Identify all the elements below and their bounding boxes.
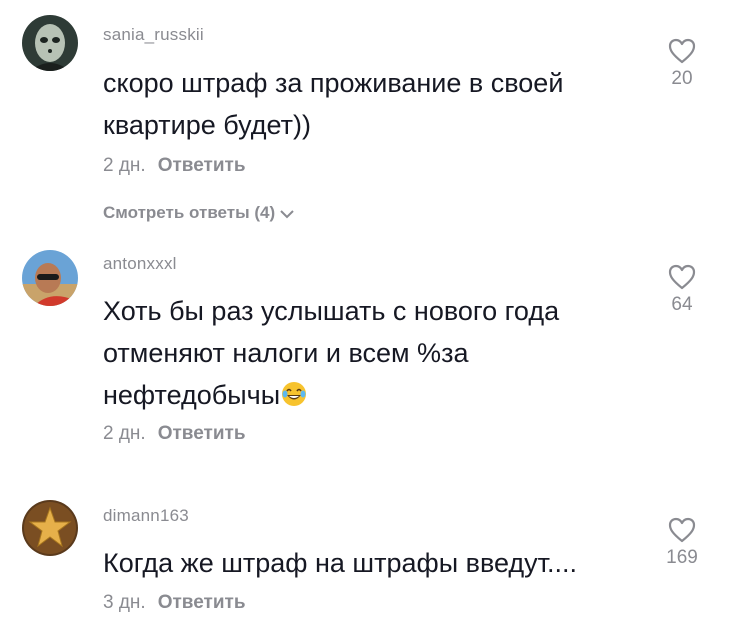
avatar[interactable] — [22, 250, 78, 306]
chevron-down-icon — [280, 209, 294, 218]
comment-meta: 3 дн. Ответить — [103, 592, 246, 614]
like-count: 20 — [671, 68, 693, 89]
comment-text-fragment: нефтедобычы — [103, 380, 281, 410]
heart-icon — [668, 517, 696, 543]
avatar[interactable] — [22, 15, 78, 71]
comment-item: antonxxxl Хоть бы раз услышать с нового … — [0, 240, 741, 480]
face-with-tears-of-joy-icon — [282, 382, 307, 406]
comment-text-line: отменяют налоги и всем %за — [103, 338, 469, 368]
like-button[interactable]: 20 — [660, 38, 704, 90]
view-replies-label: Смотреть ответы (4) — [103, 203, 276, 222]
timestamp: 2 дн. — [103, 423, 146, 444]
comment-text-line: Когда же штраф на штрафы введут.... — [103, 548, 578, 578]
comment-text-line: нефтедобычы — [103, 374, 623, 416]
username[interactable]: sania_russkii — [103, 25, 204, 45]
comment-text: Хоть бы раз услышать с нового года отмен… — [103, 290, 623, 416]
heart-icon — [668, 38, 696, 64]
like-button[interactable]: 169 — [660, 517, 704, 569]
avatar-image-man-sunglasses — [22, 250, 78, 306]
like-button[interactable]: 64 — [660, 264, 704, 316]
comment-text: скоро штраф за проживание в своей кварти… — [103, 62, 623, 146]
timestamp: 3 дн. — [103, 592, 146, 613]
comment-meta: 2 дн. Ответить — [103, 155, 246, 177]
avatar[interactable] — [22, 500, 78, 556]
comment-text-line: квартире будет)) — [103, 110, 311, 140]
comment-text-line: скоро штраф за проживание в своей — [103, 68, 564, 98]
view-replies-button[interactable]: Смотреть ответы (4) — [103, 203, 295, 223]
comment-text: Когда же штраф на штрафы введут.... — [103, 542, 623, 584]
comment-item: dimann163 Когда же штраф на штрафы введу… — [0, 490, 741, 633]
comment-meta: 2 дн. Ответить — [103, 423, 246, 445]
heart-icon — [668, 264, 696, 290]
comment-item: sania_russkii скоро штраф за проживание … — [0, 0, 741, 230]
comment-text-line: Хоть бы раз услышать с нового года — [103, 296, 560, 326]
username[interactable]: antonxxxl — [103, 254, 177, 274]
like-count: 64 — [671, 294, 693, 315]
reply-button[interactable]: Ответить — [158, 592, 246, 613]
avatar-image-mask-figure — [22, 15, 78, 71]
timestamp: 2 дн. — [103, 155, 146, 176]
avatar-image-gold-star — [22, 500, 78, 556]
reply-button[interactable]: Ответить — [158, 423, 246, 444]
like-count: 169 — [666, 547, 698, 568]
username[interactable]: dimann163 — [103, 506, 189, 526]
reply-button[interactable]: Ответить — [158, 155, 246, 176]
